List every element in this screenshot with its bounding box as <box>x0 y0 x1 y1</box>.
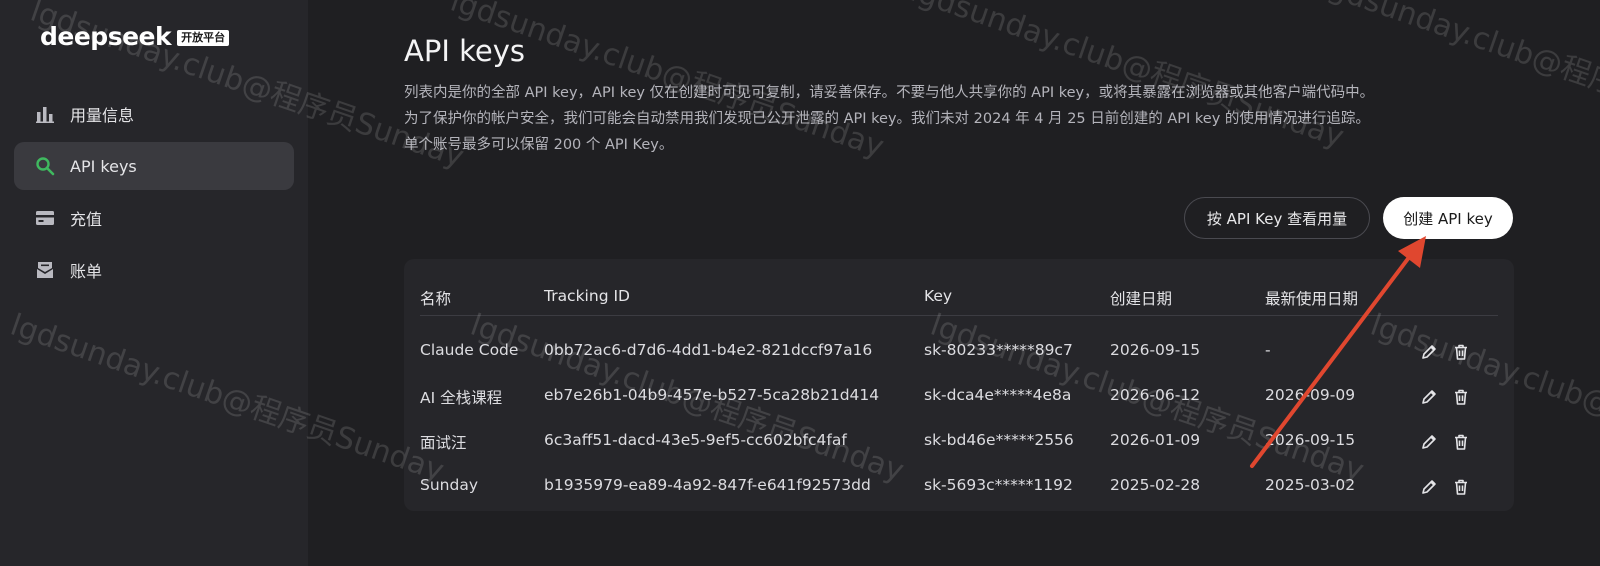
delete-trash-icon[interactable] <box>1452 478 1470 496</box>
row-actions <box>1420 478 1470 496</box>
logo[interactable]: deepseek 开放平台 <box>40 22 230 51</box>
platform-badge: 开放平台 <box>177 29 230 46</box>
edit-pencil-icon[interactable] <box>1420 343 1438 361</box>
delete-trash-icon[interactable] <box>1452 388 1470 406</box>
column-header-key: Key <box>924 287 953 305</box>
cell-created: 2026-09-15 <box>1110 341 1201 359</box>
sidebar-item-usage[interactable]: 用量信息 <box>14 90 294 138</box>
delete-trash-icon[interactable] <box>1452 433 1470 451</box>
sidebar-item-label: 用量信息 <box>70 106 135 125</box>
description-line: 列表内是你的全部 API key，API key 仅在创建时可见可复制，请妥善保… <box>404 85 1375 101</box>
delete-trash-icon[interactable] <box>1452 343 1470 361</box>
card-icon <box>34 207 56 229</box>
cell-last-used: 2026-09-15 <box>1265 431 1356 449</box>
cell-last-used: - <box>1265 341 1271 359</box>
sidebar-nav: 用量信息 API keys 充值 账单 <box>14 90 294 298</box>
sidebar-item-label: API keys <box>70 156 137 176</box>
description-line: 单个账号最多可以保留 200 个 API Key。 <box>404 137 674 153</box>
sidebar-item-bills[interactable]: 账单 <box>14 246 294 294</box>
cell-name: Claude Code <box>420 341 519 359</box>
sidebar-item-api-keys[interactable]: API keys <box>14 142 294 190</box>
cell-tracking-id: 6c3aff51-dacd-43e5-9ef5-cc602bfc4faf <box>544 431 847 449</box>
cell-name: Sunday <box>420 476 478 494</box>
cell-created: 2026-01-09 <box>1110 431 1201 449</box>
cell-last-used: 2026-09-09 <box>1265 386 1356 404</box>
row-actions <box>1420 433 1470 451</box>
cell-created: 2025-02-28 <box>1110 476 1201 494</box>
create-api-key-button[interactable]: 创建 API key <box>1383 197 1513 239</box>
cell-tracking-id: eb7e26b1-04b9-457e-b527-5ca28b21d414 <box>544 386 880 404</box>
cell-name: 面试汪 <box>420 434 467 452</box>
column-header-created: 创建日期 <box>1110 290 1173 308</box>
cell-tracking-id: b1935979-ea89-4a92-847f-e641f92573dd <box>544 476 871 494</box>
cell-last-used: 2025-03-02 <box>1265 476 1356 494</box>
column-header-last-used: 最新使用日期 <box>1265 290 1359 308</box>
page-description: 列表内是你的全部 API key，API key 仅在创建时可见可复制，请妥善保… <box>404 80 1514 158</box>
cell-key: sk-80233*****89c7 <box>924 341 1073 359</box>
edit-pencil-icon[interactable] <box>1420 388 1438 406</box>
cell-key: sk-bd46e*****2556 <box>924 431 1074 449</box>
edit-pencil-icon[interactable] <box>1420 433 1438 451</box>
column-header-tracking-id: Tracking ID <box>544 287 630 305</box>
description-line: 为了保护你的帐户安全，我们可能会自动禁用我们发现已公开泄露的 API key。我… <box>404 111 1370 127</box>
edit-pencil-icon[interactable] <box>1420 478 1438 496</box>
row-actions <box>1420 343 1470 361</box>
cell-tracking-id: 0bb72ac6-d7d6-4dd1-b4e2-821dccf97a16 <box>544 341 873 359</box>
api-keys-table: 名称 Tracking ID Key 创建日期 最新使用日期 Claude Co… <box>404 259 1514 511</box>
app-window: deepseek 开放平台 用量信息 API keys 充值 账单 API ke… <box>0 0 1600 566</box>
bar-chart-icon <box>34 103 56 125</box>
logo-text: deepseek <box>40 22 172 51</box>
cell-created: 2026-06-12 <box>1110 386 1201 404</box>
cell-name: AI 全栈课程 <box>420 389 503 407</box>
page-title: API keys <box>404 34 525 68</box>
sidebar-item-label: 充值 <box>70 210 103 229</box>
cell-key: sk-5693c*****1192 <box>924 476 1073 494</box>
sidebar: deepseek 开放平台 用量信息 API keys 充值 账单 <box>0 0 308 566</box>
search-key-icon <box>34 155 56 177</box>
bill-icon <box>34 259 56 281</box>
cell-key: sk-dca4e*****4e8a <box>924 386 1072 404</box>
view-usage-by-key-button[interactable]: 按 API Key 查看用量 <box>1184 197 1370 239</box>
row-actions <box>1420 388 1470 406</box>
header-divider <box>420 315 1498 316</box>
sidebar-item-label: 账单 <box>70 262 103 281</box>
column-header-name: 名称 <box>420 290 452 308</box>
sidebar-item-recharge[interactable]: 充值 <box>14 194 294 242</box>
